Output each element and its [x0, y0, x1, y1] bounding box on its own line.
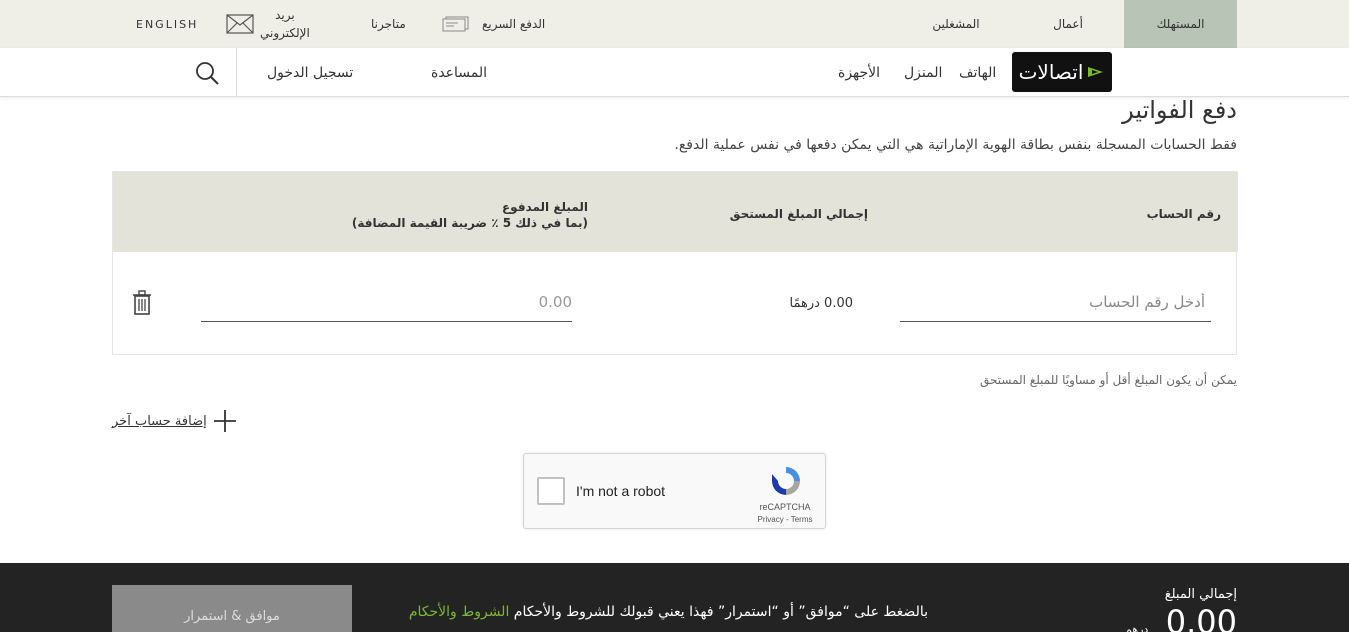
account-number-input[interactable]: [900, 282, 1211, 322]
plus-icon: [213, 410, 236, 432]
terms-link[interactable]: الشروط والأحكام: [409, 604, 509, 620]
page-description: فقط الحسابات المسجلة بنفس بطاقة الهوية ا…: [674, 137, 1237, 153]
total-amount-label: إجمالي المبلغ: [1164, 587, 1237, 602]
envelope-icon: [226, 14, 254, 34]
recaptcha-checkbox[interactable]: [537, 477, 565, 505]
recaptcha-logo-icon: [772, 467, 800, 495]
total-currency: درهم: [1125, 623, 1149, 632]
page-title: دفع الفواتير: [1122, 96, 1237, 124]
agree-continue-button[interactable]: موافق & استمرار: [112, 585, 352, 632]
etisalat-logo[interactable]: اتصالات: [1012, 52, 1112, 92]
amount-paid-input[interactable]: [201, 282, 572, 322]
tab-business[interactable]: أعمال: [1030, 0, 1106, 48]
checkout-footer: موافق & استمرار بالضغط على “موافق” أو “ا…: [0, 563, 1349, 632]
recaptcha-widget: I'm not a robot reCAPTCHA Privacy - Term…: [523, 453, 826, 529]
logo-mark-icon: [1088, 67, 1104, 77]
quick-pay-link[interactable]: الدفع السريع: [442, 0, 545, 48]
search-icon[interactable]: [194, 60, 220, 86]
tab-carriers[interactable]: المشغلين: [916, 0, 996, 48]
col-account-number: رقم الحساب: [1146, 207, 1221, 221]
add-account-label: إضافة حساب آخر: [112, 413, 207, 429]
email-label-line1: بريد: [275, 8, 295, 22]
nav-phone[interactable]: الهاتف: [959, 48, 996, 97]
table-header: رقم الحساب إجمالي المبلغ المستحق المبلغ …: [113, 172, 1238, 252]
recaptcha-label: I'm not a robot: [576, 483, 666, 499]
recaptcha-brand: reCAPTCHA: [759, 502, 811, 512]
col-total-due: إجمالي المبلغ المستحق: [729, 207, 868, 221]
total-amount-value: 0.00: [1165, 603, 1237, 632]
total-due-value: 0.00 درهمًا: [789, 296, 853, 311]
main-nav: اتصالات الهاتف المنزل الأجهزة المساعدة ت…: [0, 48, 1349, 97]
col-amount-paid: المبلغ المدفوع (بما في ذلك 5 ٪ ضريبة الق…: [352, 200, 588, 230]
nav-home[interactable]: المنزل: [904, 48, 942, 97]
email-link[interactable]: بريد الإلكتروني: [226, 0, 310, 48]
top-bar: المستهلك أعمال المشغلين الدفع السريع متا…: [0, 0, 1349, 48]
stores-link[interactable]: متاجرنا: [371, 0, 406, 48]
amount-note: يمكن أن يكون المبلغ أقل أو مساويًا للمبل…: [979, 373, 1237, 387]
logo-text: اتصالات: [1018, 60, 1084, 84]
recaptcha-privacy-terms[interactable]: Privacy - Terms: [750, 515, 820, 524]
terms-sentence: بالضغط على “موافق” أو “استمرار” فهذا يعن…: [509, 604, 928, 620]
nav-devices[interactable]: الأجهزة: [838, 48, 880, 97]
email-label-line2: الإلكتروني: [260, 26, 310, 40]
add-account-link[interactable]: إضافة حساب آخر: [112, 408, 237, 434]
quick-pay-label: الدفع السريع: [482, 17, 546, 31]
email-label: بريد الإلكتروني: [260, 6, 310, 42]
nav-divider: [236, 48, 237, 97]
trash-icon[interactable]: [131, 290, 153, 316]
bills-table: رقم الحساب إجمالي المبلغ المستحق المبلغ …: [112, 171, 1238, 355]
language-switch[interactable]: ENGLISH: [136, 0, 198, 48]
col-amount-paid-line2: (بما في ذلك 5 ٪ ضريبة القيمة المضافة): [351, 216, 588, 230]
nav-login[interactable]: تسجيل الدخول: [267, 48, 353, 97]
col-amount-paid-line1: المبلغ المدفوع: [501, 200, 588, 214]
terms-text: بالضغط على “موافق” أو “استمرار” فهذا يعن…: [398, 603, 928, 621]
nav-help[interactable]: المساعدة: [431, 48, 487, 97]
card-icon: [442, 16, 469, 32]
tab-consumer[interactable]: المستهلك: [1124, 0, 1237, 48]
